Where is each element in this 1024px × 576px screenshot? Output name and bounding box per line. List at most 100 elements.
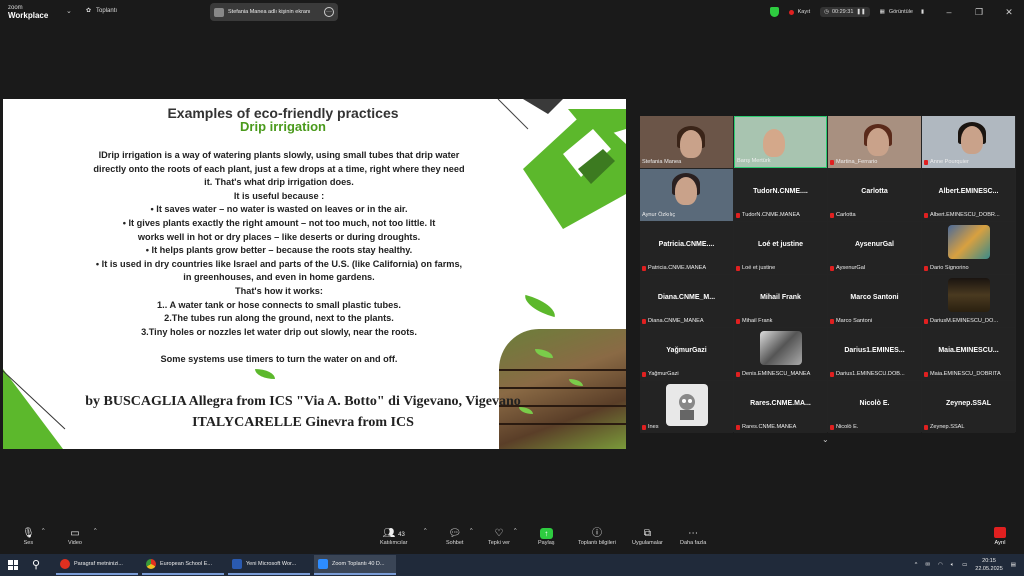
screen-icon (214, 7, 224, 17)
participant-label: Patricia.CNME.MANEA (648, 265, 707, 271)
chevron-up-icon[interactable]: ^ (424, 528, 427, 534)
participant-label: Ines (648, 424, 659, 430)
slide-author: by BUSCAGLIA Allegra from ICS "Via A. Bo… (23, 391, 583, 433)
taskbar-app[interactable]: Yeni Microsoft Wor... (228, 555, 310, 575)
speaker-icon[interactable]: 🔈︎ (951, 562, 954, 569)
participant-tile[interactable]: Anne Pourquier (922, 116, 1015, 168)
avatar (760, 331, 802, 365)
chevron-down-icon[interactable]: ⌄ (822, 435, 829, 444)
participant-tile[interactable]: Rares.CNME.MA... Rares.CNME.MANEA (734, 381, 827, 433)
view-button[interactable]: Görüntüle (889, 9, 913, 15)
participant-label: DariusM.EMINESCU_DO... (930, 318, 999, 324)
participant-label: Dario Signorino (930, 265, 969, 271)
participant-tile[interactable]: Nicolò E. Nicolò E. (828, 381, 921, 433)
avatar (666, 384, 708, 426)
participant-label: Loé et justine (742, 265, 776, 271)
screen-share-banner[interactable]: Stefania Manea adlı kişinin ekranı ··· (210, 3, 338, 21)
participant-tile[interactable]: Martina_Ferrario (828, 116, 921, 168)
participant-name: Marco Santoni (850, 294, 899, 301)
participant-label: Rares.CNME.MANEA (742, 424, 797, 430)
clock-icon: ◷ (824, 9, 829, 15)
participant-name: AysenurGal (854, 241, 895, 248)
participant-tile[interactable]: Maia.EMINESCU... Maia.EMINESCU_DOBRITA (922, 328, 1015, 380)
chevron-up-icon[interactable]: ^ (514, 528, 517, 534)
close-icon[interactable]: ✕ (994, 7, 1024, 18)
participant-tile[interactable]: Loé et justine Loé et justine (734, 222, 827, 274)
slide-line: Some systems use timers to turn the wate… (160, 353, 398, 364)
participant-tile[interactable]: Stefania Manea (640, 116, 733, 168)
battery-icon[interactable]: ▭ (962, 562, 967, 568)
zoom-icon (318, 559, 328, 569)
participants-button[interactable]: 👥︎ 43 Katılımcılar (380, 528, 408, 546)
chevron-up-icon[interactable]: ^ (915, 562, 918, 568)
participant-tile[interactable]: Denis.EMINESCU_MANEA (734, 328, 827, 380)
participant-tile[interactable]: Diana.CNME_M... Diana.CNME_MANEA (640, 275, 733, 327)
participants-icon: 👥︎ 43 (382, 528, 405, 539)
video-button[interactable]: ▭ Video (68, 528, 82, 546)
view-menu-icon[interactable]: ▮ (921, 9, 924, 15)
notification-icon[interactable]: ▤ (1011, 562, 1016, 568)
participant-tile[interactable]: Ines (640, 381, 733, 433)
security-shield-icon[interactable] (769, 7, 779, 17)
search-icon[interactable]: ⚲ (32, 558, 40, 571)
more-options-icon[interactable]: ··· (324, 7, 334, 17)
clock[interactable]: 20:15 22.05.2025 (975, 557, 1003, 573)
taskbar-app[interactable]: Paragraf metninizi... (56, 555, 138, 575)
share-arrow-icon: ↑ (539, 528, 553, 539)
share-button[interactable]: ↑ Paylaş (538, 528, 555, 546)
taskbar-app[interactable]: European School E... (142, 555, 224, 575)
participant-tile[interactable]: TudorN.CNME.... TudorN.CNME.MANEA (734, 169, 827, 221)
participant-label: Mihail Frank (742, 318, 773, 324)
participant-name: Zeynep.SSAL (945, 400, 992, 407)
leave-button[interactable]: Ayrıl (994, 527, 1006, 546)
slide-line: lDrip irrigation is a way of watering pl… (98, 150, 460, 160)
participant-name: Albert.EMINESC... (938, 188, 999, 195)
audio-label: Ses (23, 540, 34, 546)
windows-start-icon[interactable] (8, 560, 18, 570)
chat-button[interactable]: 💬︎ Sohbet (446, 528, 463, 546)
participant-tile[interactable]: Marco Santoni Marco Santoni (828, 275, 921, 327)
more-button[interactable]: ⋯ Daha fazla (680, 528, 706, 546)
meeting-timer: ◷ 00:29:31 ❚❚ (820, 7, 870, 17)
chevron-up-icon[interactable]: ^ (470, 528, 473, 534)
chevron-up-icon[interactable]: ^ (94, 528, 97, 534)
apps-button[interactable]: ⧉ Uygulamalar (632, 528, 663, 546)
video-label: Video (68, 540, 82, 546)
shared-slide: Examples of eco-friendly practices Drip … (3, 99, 626, 449)
participant-tile[interactable]: Aynur Özkılıç (640, 169, 733, 221)
participant-tile[interactable]: Patricia.CNME.... Patricia.CNME.MANEA (640, 222, 733, 274)
meeting-info-button[interactable]: ⓘ Toplantı bilgileri (578, 528, 616, 546)
maximize-icon[interactable]: ❐ (964, 7, 994, 18)
participant-tile[interactable]: Darius1.EMINES... Darius1.EMINESCU.DOB..… (828, 328, 921, 380)
participant-tile[interactable]: DariusM.EMINESCU_DO... (922, 275, 1015, 327)
participant-tile[interactable]: Dario Signorino (922, 222, 1015, 274)
slide-line: That's how it works: (235, 285, 323, 296)
slide-line: in greenhouses, and even in home gardens… (183, 272, 375, 283)
react-button[interactable]: ♡ Tepki ver (488, 528, 510, 546)
participant-tile[interactable]: AysenurGal AysenurGal (828, 222, 921, 274)
chevron-up-icon[interactable]: ^ (42, 528, 45, 534)
participant-tile[interactable]: Zeynep.SSAL Zeynep.SSAL (922, 381, 1015, 433)
participant-tile[interactable]: Mihail Frank Mihail Frank (734, 275, 827, 327)
mail-icon[interactable]: ✉ (925, 562, 930, 568)
participant-name: Nicolò E. (859, 400, 890, 407)
meeting-menu[interactable]: ✿ Toplantı (86, 7, 117, 15)
audio-button[interactable]: 🎙︎ Ses (22, 528, 35, 546)
recording-label[interactable]: Kayıt (798, 9, 811, 15)
slide-subtitle: Drip irrigation (240, 119, 326, 134)
pause-icon[interactable]: ❚❚ (856, 9, 865, 15)
heart-icon: ♡ (494, 528, 504, 539)
chat-label: Sohbet (446, 540, 464, 546)
minimize-icon[interactable]: – (934, 7, 964, 17)
participant-label: Anne Pourquier (930, 159, 969, 165)
participant-tile[interactable]: YağmurGazi YağmurGazi (640, 328, 733, 380)
chevron-down-icon[interactable]: ⌄ (66, 7, 72, 15)
participant-tile-active-speaker[interactable]: Barış Mertürk (734, 116, 827, 168)
participant-tile[interactable]: Albert.EMINESC... Albert.EMINESCU_DOBR..… (922, 169, 1015, 221)
wifi-icon[interactable]: ◠ (938, 562, 943, 568)
participant-label: Marco Santoni (836, 318, 873, 324)
taskbar-app-active[interactable]: Zoom Toplantı 40 D... (314, 555, 396, 575)
participant-name: Diana.CNME_M... (657, 294, 716, 301)
participant-name: Carlotta (861, 188, 888, 195)
participant-tile[interactable]: Carlotta Carlotta (828, 169, 921, 221)
